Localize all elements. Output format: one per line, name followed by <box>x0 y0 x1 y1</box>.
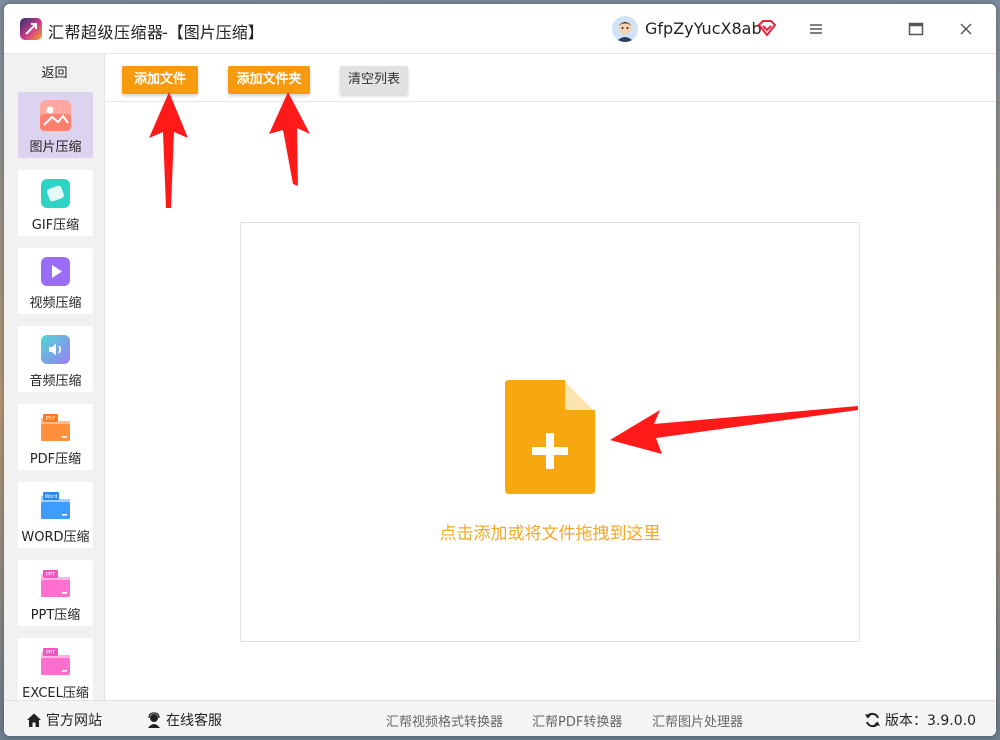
online-service-label: 在线客服 <box>166 713 222 729</box>
vip-diamond-icon[interactable] <box>757 20 777 40</box>
file-drop-zone[interactable]: 点击添加或将文件拖拽到这里 <box>240 222 860 642</box>
clear-list-button[interactable]: 清空列表 <box>340 66 408 94</box>
sidebar-item-ppt[interactable]: PPT PPT压缩 <box>18 560 93 626</box>
refresh-icon <box>865 712 880 728</box>
sidebar-item-label: GIF压缩 <box>31 218 80 233</box>
drop-hint-text: 点击添加或将文件拖拽到这里 <box>439 524 661 544</box>
add-file-icon <box>505 380 595 494</box>
svg-text:PPT: PPT <box>46 650 56 656</box>
sidebar-item-label: EXCEL压缩 <box>22 686 89 701</box>
home-icon <box>27 713 41 727</box>
close-button[interactable] <box>953 16 979 42</box>
customer-service-icon <box>148 712 160 728</box>
svg-text:PPT: PPT <box>46 572 56 578</box>
title-bar: 汇帮超级压缩器 -【图片压缩】 GfpZyYucX8ab <box>4 4 996 54</box>
add-folder-button[interactable]: 添加文件夹 <box>228 66 310 94</box>
sidebar-item-word[interactable]: Word WORD压缩 <box>18 482 93 548</box>
pdf-folder-icon: PDF <box>41 414 70 441</box>
sidebar-item-label: 视频压缩 <box>29 296 82 311</box>
version-label: 版本：3.9.0.0 <box>885 713 976 729</box>
toolbar: 添加文件 添加文件夹 清空列表 <box>106 54 996 102</box>
svg-text:PDF: PDF <box>46 416 56 422</box>
sidebar-item-label: 音频压缩 <box>29 374 82 389</box>
status-bar: 官方网站 在线客服 汇帮视频格式转换器 汇帮PDF转换器 汇帮图片处理器 版本：… <box>4 700 996 736</box>
word-folder-icon: Word <box>41 492 70 519</box>
audio-speaker-icon <box>41 335 70 364</box>
ppt-folder-icon: PPT <box>41 570 70 597</box>
sidebar-item-label: WORD压缩 <box>21 530 90 545</box>
official-site-label: 官方网站 <box>46 713 102 729</box>
sidebar-item-video[interactable]: 视频压缩 <box>18 248 93 314</box>
sidebar-item-label: PDF压缩 <box>29 452 82 467</box>
app-logo-icon <box>20 18 42 40</box>
video-play-icon <box>41 257 70 286</box>
avatar[interactable] <box>612 16 638 42</box>
official-site-link[interactable]: 官方网站 <box>26 710 102 730</box>
sidebar-item-image[interactable]: 图片压缩 <box>18 92 93 158</box>
sidebar-item-label: 图片压缩 <box>29 140 82 155</box>
image-processor-link[interactable]: 汇帮图片处理器 <box>652 710 743 730</box>
sidebar-item-audio[interactable]: 音频压缩 <box>18 326 93 392</box>
gif-icon <box>41 179 70 208</box>
main-content: 点击添加或将文件拖拽到这里 <box>106 103 996 700</box>
add-file-button[interactable]: 添加文件 <box>122 66 198 94</box>
excel-folder-icon: PPT <box>41 648 70 675</box>
sidebar-item-excel[interactable]: PPT EXCEL压缩 <box>18 638 93 704</box>
app-window: 汇帮超级压缩器 -【图片压缩】 GfpZyYucX8ab 返回 图片压缩 GIF… <box>4 4 996 736</box>
image-icon <box>40 100 71 131</box>
video-converter-link[interactable]: 汇帮视频格式转换器 <box>386 710 503 730</box>
online-service-link[interactable]: 在线客服 <box>146 710 222 730</box>
pdf-converter-link[interactable]: 汇帮PDF转换器 <box>532 710 622 730</box>
svg-text:Word: Word <box>45 494 58 500</box>
app-title: 汇帮超级压缩器 <box>48 23 164 42</box>
menu-button[interactable] <box>803 16 829 42</box>
version-info[interactable]: 版本：3.9.0.0 <box>864 710 976 730</box>
username[interactable]: GfpZyYucX8ab <box>645 19 762 38</box>
sidebar-item-label: PPT压缩 <box>30 608 81 623</box>
sidebar-item-gif[interactable]: GIF压缩 <box>18 170 93 236</box>
back-button[interactable]: 返回 <box>4 62 105 81</box>
sidebar-item-pdf[interactable]: PDF PDF压缩 <box>18 404 93 470</box>
page-subtitle: -【图片压缩】 <box>162 23 264 42</box>
maximize-button[interactable] <box>903 16 929 42</box>
sidebar: 返回 图片压缩 GIF压缩 视频压缩 音频压缩 PDF PDF压缩 Word W… <box>4 54 105 704</box>
